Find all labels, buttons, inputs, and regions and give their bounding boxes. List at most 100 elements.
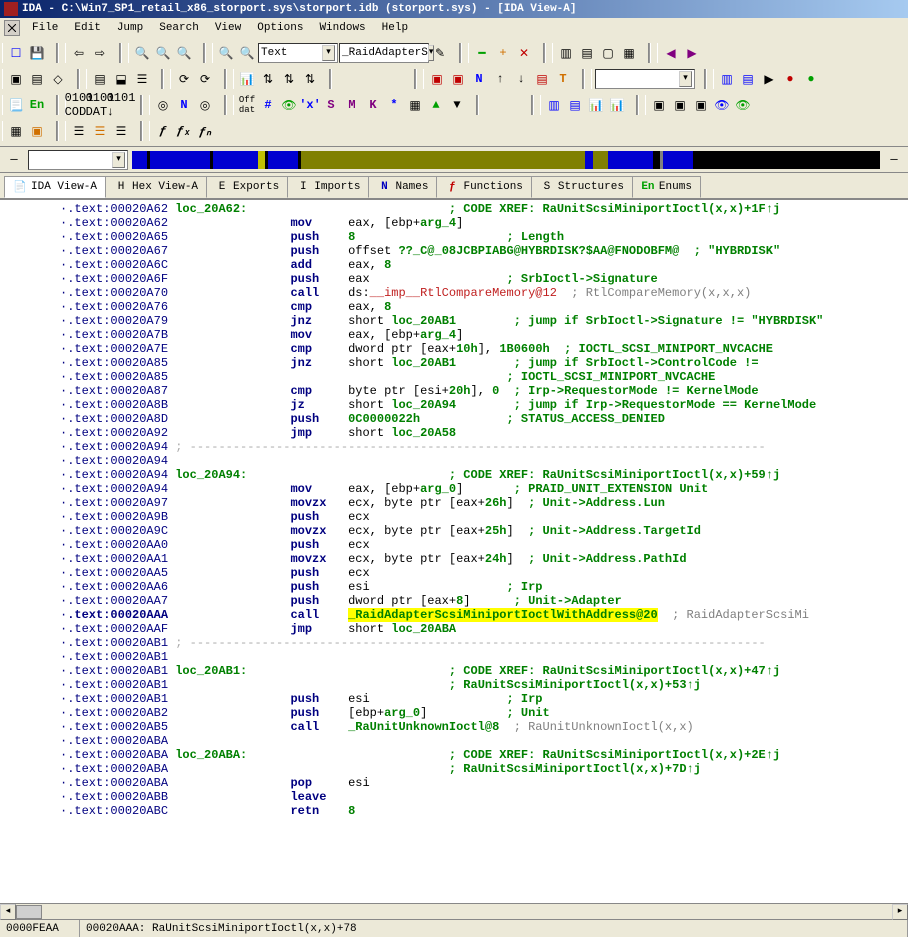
hash-button[interactable]: #: [258, 95, 278, 115]
disasm-line[interactable]: ·.text:00020AA5 push ecx: [60, 566, 908, 580]
disasm-line[interactable]: ·.text:00020AB2 push [ebp+arg_0] ; Unit: [60, 706, 908, 720]
eye-button[interactable]: 👁: [279, 95, 299, 115]
unmark-button[interactable]: ▣: [448, 69, 468, 89]
red-c-button[interactable]: ▣: [691, 95, 711, 115]
prev-inst-button[interactable]: ◀: [661, 43, 681, 63]
star-button[interactable]: *: [384, 95, 404, 115]
tab-enums[interactable]: EnEnums: [632, 176, 701, 198]
list2-button[interactable]: ☰: [90, 121, 110, 141]
disasm-line[interactable]: ·.text:00020A85 jnz short loc_20AB1 ; ju…: [60, 356, 908, 370]
disasm-line[interactable]: ·.text:00020AB1: [60, 650, 908, 664]
disasm-line[interactable]: ·.text:00020A62 loc_20A62: ; CODE XREF: …: [60, 202, 908, 216]
disasm-line[interactable]: ·.text:00020A8B jz short loc_20A94 ; jum…: [60, 398, 908, 412]
disasm-line[interactable]: ·.text:00020A94 loc_20A94: ; CODE XREF: …: [60, 468, 908, 482]
menu-file[interactable]: File: [24, 22, 66, 34]
disasm-line[interactable]: ·.text:00020A65 push 8 ; Length: [60, 230, 908, 244]
flag-button[interactable]: ◎: [195, 95, 215, 115]
N-button[interactable]: N: [174, 95, 194, 115]
add-bp-button[interactable]: ━: [472, 43, 492, 63]
list-button[interactable]: ☰: [69, 121, 89, 141]
T-button[interactable]: T: [553, 69, 573, 89]
disasm-line[interactable]: ·.text:00020A94 mov eax, [ebp+arg_0] ; P…: [60, 482, 908, 496]
nav-segment[interactable]: [663, 151, 693, 169]
tab-exports[interactable]: EExports: [206, 176, 288, 198]
nav-segment[interactable]: [213, 151, 258, 169]
arrow-down-button[interactable]: ↓: [511, 69, 531, 89]
search-mode-combo[interactable]: Text▾: [258, 43, 338, 63]
nav-segment[interactable]: [268, 151, 298, 169]
horizontal-scrollbar[interactable]: ◂ ▸: [0, 903, 908, 919]
chart-button[interactable]: 📊: [237, 69, 257, 89]
nav-segment[interactable]: [653, 151, 660, 169]
remove-bp-button[interactable]: ✕: [514, 43, 534, 63]
cascade-button[interactable]: ▢: [598, 43, 618, 63]
disasm-line[interactable]: ·.text:00020A94 ; ----------------------…: [60, 440, 908, 454]
menu-windows[interactable]: Windows: [311, 22, 373, 34]
red-dot-button[interactable]: ●: [780, 69, 800, 89]
refresh-button[interactable]: ⟳: [174, 69, 194, 89]
s-button[interactable]: S: [321, 95, 341, 115]
tab-structures[interactable]: SStructures: [531, 176, 633, 198]
disasm-line[interactable]: ·.text:00020ABA ; RaUnitScsiMiniportIoct…: [60, 762, 908, 776]
scroll-right-button[interactable]: ▸: [892, 904, 908, 920]
disasm-line[interactable]: ·.text:00020ABA loc_20ABA: ; CODE XREF: …: [60, 748, 908, 762]
view-ida-button[interactable]: ▣: [6, 69, 26, 89]
symbol-filter-combo[interactable]: _RaidAdapterS▾: [339, 43, 429, 63]
offdat-button[interactable]: Offdat: [237, 95, 257, 115]
import-button[interactable]: ▥: [544, 95, 564, 115]
en-button[interactable]: En: [27, 95, 47, 115]
disasm-line[interactable]: ·.text:00020ABB leave: [60, 790, 908, 804]
goto-button[interactable]: ◎: [153, 95, 173, 115]
disasm-line[interactable]: ·.text:00020A67 push offset ??_C@_08JCBP…: [60, 244, 908, 258]
disasm-line[interactable]: ·.text:00020A79 jnz short loc_20AB1 ; ju…: [60, 314, 908, 328]
next-inst-button[interactable]: ▶: [682, 43, 702, 63]
disasm-line[interactable]: ·.text:00020A85 ; IOCTL_SCSI_MINIPORT_NV…: [60, 370, 908, 384]
mark-button[interactable]: ▣: [427, 69, 447, 89]
export-button[interactable]: ▤: [565, 95, 585, 115]
disasm-line[interactable]: ·.text:00020A97 movzx ecx, byte ptr [eax…: [60, 496, 908, 510]
win-tree-button[interactable]: ⬓: [111, 69, 131, 89]
stack2-button[interactable]: ▤: [738, 69, 758, 89]
search-button[interactable]: 🔍: [132, 43, 152, 63]
menu-view[interactable]: View: [207, 22, 249, 34]
disasm-line[interactable]: ·.text:00020A92 jmp short loc_20A58: [60, 426, 908, 440]
disasm-line[interactable]: ·.text:00020A7E cmp dword ptr [eax+10h],…: [60, 342, 908, 356]
disasm-line[interactable]: ·.text:00020A9B push ecx: [60, 510, 908, 524]
menu-search[interactable]: Search: [151, 22, 207, 34]
k-button[interactable]: K: [363, 95, 383, 115]
disasm-line[interactable]: ·.text:00020A76 cmp eax, 8: [60, 300, 908, 314]
nav-segment[interactable]: [258, 151, 265, 169]
win-memo-button[interactable]: ☰: [132, 69, 152, 89]
red-a-button[interactable]: ▣: [649, 95, 669, 115]
disasm-line[interactable]: ·.text:00020AB1 ; RaUnitScsiMiniportIoct…: [60, 678, 908, 692]
tab-names[interactable]: NNames: [368, 176, 437, 198]
menu-edit[interactable]: Edit: [66, 22, 108, 34]
empty-combo[interactable]: ▾: [595, 69, 695, 89]
disasm-line[interactable]: ·.text:00020A6F push eax ; SrbIoctl->Sig…: [60, 272, 908, 286]
down-arrow-button[interactable]: ▼: [447, 95, 467, 115]
tab-functions[interactable]: ƒFunctions: [436, 176, 531, 198]
reanalyze-button[interactable]: ⟳: [195, 69, 215, 89]
disasm-line[interactable]: ·.text:00020AAF jmp short loc_20ABA: [60, 622, 908, 636]
menu-jump[interactable]: Jump: [109, 22, 151, 34]
disasm-line[interactable]: ·.text:00020AAA call _RaidAdapterScsiMin…: [60, 608, 908, 622]
fn-button[interactable]: ƒₙ: [195, 121, 215, 141]
nav-segment[interactable]: [608, 151, 653, 169]
nav-fwd-button[interactable]: ⇨: [90, 43, 110, 63]
f-button[interactable]: ƒ: [153, 121, 173, 141]
options-button[interactable]: ▣: [27, 121, 47, 141]
nav-prev-button[interactable]: ─: [4, 150, 24, 170]
bars-button[interactable]: 📊: [586, 95, 606, 115]
disasm-line[interactable]: ·.text:00020ABA pop esi: [60, 776, 908, 790]
arrange-button[interactable]: ▦: [619, 43, 639, 63]
callgraph-button[interactable]: ⇅: [258, 69, 278, 89]
fx-button[interactable]: ƒₓ: [174, 121, 194, 141]
menu-help[interactable]: Help: [374, 22, 416, 34]
tab-hex-view-a[interactable]: HHex View-A: [105, 176, 207, 198]
disasm-line[interactable]: ·.text:00020A70 call ds:__imp__RtlCompar…: [60, 286, 908, 300]
misc-button[interactable]: ▦: [405, 95, 425, 115]
disasm-line[interactable]: ·.text:00020AB1 ; ----------------------…: [60, 636, 908, 650]
nav-back-button[interactable]: ⇦: [69, 43, 89, 63]
search-again-button[interactable]: 🔍: [174, 43, 194, 63]
nav-address-input[interactable]: ▾: [28, 150, 128, 170]
